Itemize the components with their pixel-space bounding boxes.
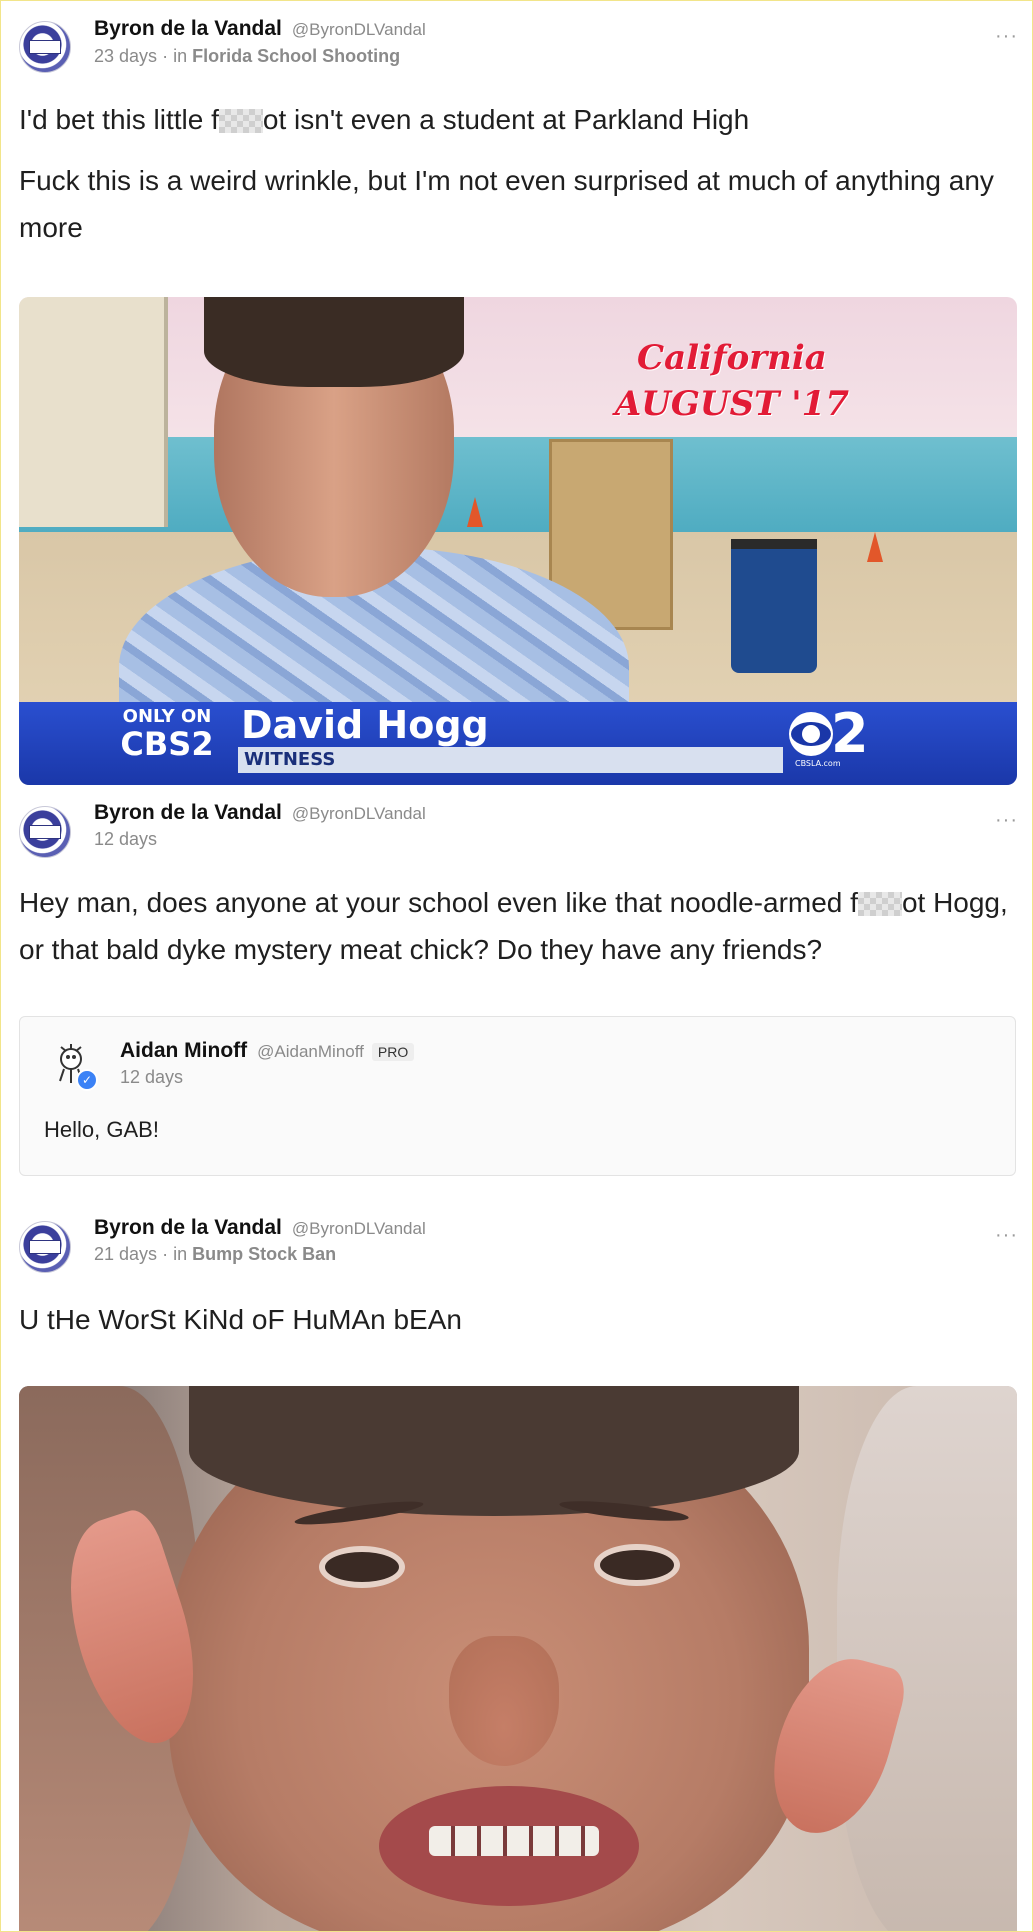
pro-badge: PRO [371, 1043, 415, 1061]
vandal-avatar-icon[interactable] [19, 1221, 71, 1273]
meta-separator: · [162, 1244, 169, 1264]
image-caption: California AUGUST '17 [614, 338, 849, 424]
vandal-avatar-icon[interactable] [19, 806, 71, 858]
eye [319, 1546, 405, 1588]
post-time[interactable]: 12 days [94, 829, 157, 849]
author-handle[interactable]: @ByronDLVandal [292, 20, 426, 39]
more-options-icon[interactable]: ··· [995, 809, 1018, 832]
trash-bin [731, 539, 817, 673]
lower-third-name: David Hogg [241, 703, 489, 747]
post-meta: 23 days · in Florida School Shooting [94, 46, 400, 67]
quote-author-name[interactable]: Aidan Minoff [120, 1039, 247, 1062]
post-1: Byron de la Vandal @ByronDLVandal 23 days… [1, 1, 1032, 791]
author-name[interactable]: Byron de la Vandal [94, 1216, 282, 1239]
post-author[interactable]: Byron de la Vandal @ByronDLVandal [94, 1216, 426, 1240]
post-line-2: Fuck this is a weird wrinkle, but I'm no… [19, 165, 994, 243]
background-person [837, 1386, 1017, 1931]
censor-block [857, 892, 902, 916]
censor-block [218, 109, 263, 133]
author-handle[interactable]: @ByronDLVandal [292, 804, 426, 823]
only-on-cbs2: ONLY ON CBS2 [120, 706, 214, 763]
lifeguard-hut [19, 297, 168, 527]
svg-text:2: 2 [831, 704, 869, 765]
post-author[interactable]: Byron de la Vandal @ByronDLVandal [94, 801, 426, 825]
post-text: I'd bet this little f ot isn't even a stu… [19, 96, 1014, 251]
post-line-1: I'd bet this little f ot isn't even a stu… [19, 104, 750, 135]
quote-author[interactable]: Aidan Minoff @AidanMinoff PRO [120, 1039, 415, 1063]
group-link[interactable]: Florida School Shooting [192, 46, 400, 66]
quoted-post[interactable]: ✓ Aidan Minoff @AidanMinoff PRO 12 days He… [19, 1016, 1016, 1176]
logo-subtext: CBSLA.com [795, 759, 841, 768]
quote-author-handle[interactable]: @AidanMinoff [257, 1042, 364, 1061]
vandal-avatar-icon[interactable] [19, 21, 71, 73]
author-name[interactable]: Byron de la Vandal [94, 801, 282, 824]
post-meta: 21 days · in Bump Stock Ban [94, 1244, 336, 1265]
post-time[interactable]: 23 days [94, 46, 157, 66]
lower-third-role: WITNESS [244, 749, 336, 770]
post-text: Hey man, does anyone at your school even… [19, 887, 1008, 965]
hair [189, 1386, 799, 1516]
post-image[interactable] [19, 1386, 1017, 1931]
group-link[interactable]: Bump Stock Ban [192, 1244, 336, 1264]
in-label: in [173, 46, 188, 66]
meta-separator: · [162, 46, 169, 66]
feed: Byron de la Vandal @ByronDLVandal 23 days… [0, 0, 1033, 1932]
post-2: Byron de la Vandal @ByronDLVandal 12 days… [1, 791, 1032, 1176]
nose [449, 1636, 559, 1766]
eye [594, 1544, 680, 1586]
post-3: Byron de la Vandal @ByronDLVandal 21 days… [1, 1206, 1032, 1931]
traffic-cone [467, 497, 483, 527]
quote-text: Hello, GAB! [44, 1117, 159, 1142]
in-label: in [173, 1244, 188, 1264]
traffic-cone [867, 532, 883, 562]
more-options-icon[interactable]: ··· [995, 1224, 1018, 1247]
verified-badge-icon: ✓ [76, 1069, 98, 1091]
author-name[interactable]: Byron de la Vandal [94, 17, 282, 40]
post-text: U tHe WorSt KiNd oF HuMAn bEAn [19, 1304, 462, 1335]
person-hair [204, 297, 464, 387]
more-options-icon[interactable]: ··· [995, 25, 1018, 48]
post-image[interactable]: California AUGUST '17 ONLY ON CBS2 David… [19, 297, 1017, 785]
quote-time[interactable]: 12 days [120, 1067, 183, 1088]
teeth [429, 1826, 599, 1856]
author-handle[interactable]: @ByronDLVandal [292, 1219, 426, 1238]
post-time[interactable]: 21 days [94, 1244, 157, 1264]
post-author[interactable]: Byron de la Vandal @ByronDLVandal [94, 17, 426, 41]
post-meta: 12 days [94, 829, 157, 850]
